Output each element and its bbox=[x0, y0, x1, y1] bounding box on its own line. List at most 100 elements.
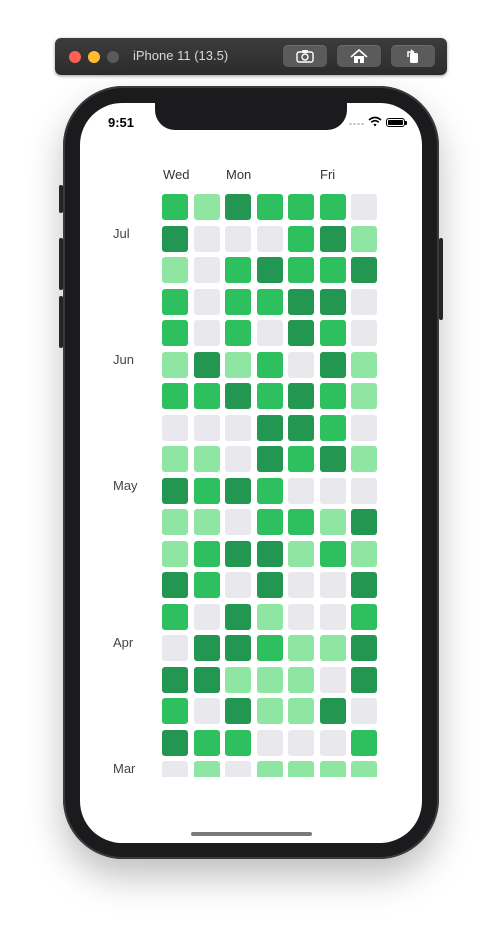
heatmap-cell[interactable] bbox=[225, 225, 251, 252]
heatmap-cell[interactable] bbox=[319, 572, 346, 598]
heatmap-cell[interactable] bbox=[288, 540, 314, 567]
heatmap-cell[interactable] bbox=[319, 666, 346, 693]
heatmap-cell[interactable] bbox=[162, 194, 188, 220]
heatmap-cell[interactable] bbox=[319, 477, 346, 504]
heatmap-cell[interactable] bbox=[351, 729, 377, 756]
heatmap-cell[interactable] bbox=[351, 761, 377, 777]
heatmap-cell[interactable] bbox=[256, 288, 283, 315]
heatmap-cell[interactable] bbox=[351, 603, 377, 630]
heatmap-cell[interactable] bbox=[288, 194, 314, 220]
heatmap-cell[interactable] bbox=[225, 666, 251, 693]
heatmap-cell[interactable] bbox=[319, 729, 346, 756]
heatmap-cell[interactable] bbox=[162, 225, 188, 252]
heatmap-cell[interactable] bbox=[193, 383, 220, 409]
heatmap-cell[interactable] bbox=[225, 288, 251, 315]
heatmap-cell[interactable] bbox=[319, 257, 346, 283]
heatmap-cell[interactable] bbox=[162, 288, 188, 315]
heatmap-cell[interactable] bbox=[288, 383, 314, 409]
heatmap-cell[interactable] bbox=[319, 761, 346, 777]
heatmap-cell[interactable] bbox=[193, 351, 220, 378]
heatmap-cell[interactable] bbox=[256, 320, 283, 346]
heatmap-cell[interactable] bbox=[193, 572, 220, 598]
heatmap-cell[interactable] bbox=[256, 225, 283, 252]
heatmap-cell[interactable] bbox=[193, 540, 220, 567]
heatmap-cell[interactable] bbox=[256, 666, 283, 693]
heatmap-cell[interactable] bbox=[351, 225, 377, 252]
heatmap-cell[interactable] bbox=[351, 351, 377, 378]
heatmap-cell[interactable] bbox=[351, 572, 377, 598]
heatmap-cell[interactable] bbox=[351, 509, 377, 535]
heatmap-cell[interactable] bbox=[256, 540, 283, 567]
heatmap-cell[interactable] bbox=[351, 666, 377, 693]
heatmap-cell[interactable] bbox=[288, 477, 314, 504]
heatmap-cell[interactable] bbox=[319, 414, 346, 441]
heatmap-cell[interactable] bbox=[256, 383, 283, 409]
heatmap-cell[interactable] bbox=[288, 320, 314, 346]
zoom-window-button[interactable] bbox=[107, 51, 119, 63]
heatmap-cell[interactable] bbox=[193, 666, 220, 693]
heatmap-cell[interactable] bbox=[256, 603, 283, 630]
heatmap-cell[interactable] bbox=[256, 414, 283, 441]
heatmap-cell[interactable] bbox=[193, 320, 220, 346]
heatmap-cell[interactable] bbox=[351, 698, 377, 724]
heatmap-cell[interactable] bbox=[225, 320, 251, 346]
heatmap-cell[interactable] bbox=[351, 446, 377, 472]
heatmap-cell[interactable] bbox=[351, 383, 377, 409]
home-button[interactable] bbox=[337, 45, 381, 67]
heatmap-cell[interactable] bbox=[193, 698, 220, 724]
heatmap-cell[interactable] bbox=[351, 320, 377, 346]
heatmap-cell[interactable] bbox=[288, 603, 314, 630]
heatmap-cell[interactable] bbox=[193, 257, 220, 283]
heatmap-cell[interactable] bbox=[225, 635, 251, 661]
heatmap-cell[interactable] bbox=[162, 603, 188, 630]
heatmap-cell[interactable] bbox=[319, 509, 346, 535]
heatmap-cell[interactable] bbox=[256, 351, 283, 378]
heatmap-cell[interactable] bbox=[319, 225, 346, 252]
screenshot-button[interactable] bbox=[283, 45, 327, 67]
heatmap-cell[interactable] bbox=[288, 414, 314, 441]
heatmap-cell[interactable] bbox=[288, 225, 314, 252]
heatmap-cell[interactable] bbox=[193, 477, 220, 504]
heatmap-cell[interactable] bbox=[225, 257, 251, 283]
heatmap-cell[interactable] bbox=[225, 383, 251, 409]
heatmap-cell[interactable] bbox=[225, 729, 251, 756]
heatmap-cell[interactable] bbox=[256, 761, 283, 777]
heatmap-cell[interactable] bbox=[162, 698, 188, 724]
heatmap-cell[interactable] bbox=[162, 320, 188, 346]
heatmap-cell[interactable] bbox=[319, 320, 346, 346]
heatmap-cell[interactable] bbox=[351, 414, 377, 441]
heatmap-cell[interactable] bbox=[256, 446, 283, 472]
heatmap-cell[interactable] bbox=[162, 446, 188, 472]
heatmap-cell[interactable] bbox=[319, 194, 346, 220]
close-window-button[interactable] bbox=[69, 51, 81, 63]
heatmap-cell[interactable] bbox=[162, 351, 188, 378]
heatmap-cell[interactable] bbox=[319, 603, 346, 630]
heatmap-cell[interactable] bbox=[225, 446, 251, 472]
heatmap-cell[interactable] bbox=[225, 698, 251, 724]
heatmap-cell[interactable] bbox=[351, 288, 377, 315]
heatmap-cell[interactable] bbox=[288, 572, 314, 598]
heatmap-cell[interactable] bbox=[193, 729, 220, 756]
heatmap-cell[interactable] bbox=[162, 572, 188, 598]
heatmap-cell[interactable] bbox=[319, 351, 346, 378]
heatmap-cell[interactable] bbox=[351, 635, 377, 661]
heatmap-cell[interactable] bbox=[162, 635, 188, 661]
heatmap-cell[interactable] bbox=[225, 572, 251, 598]
heatmap-cell[interactable] bbox=[288, 761, 314, 777]
heatmap-cell[interactable] bbox=[256, 477, 283, 504]
minimize-window-button[interactable] bbox=[88, 51, 100, 63]
heatmap-cell[interactable] bbox=[319, 383, 346, 409]
heatmap-cell[interactable] bbox=[225, 603, 251, 630]
heatmap-cell[interactable] bbox=[288, 698, 314, 724]
heatmap-cell[interactable] bbox=[193, 288, 220, 315]
heatmap-cell[interactable] bbox=[288, 666, 314, 693]
heatmap-cell[interactable] bbox=[225, 414, 251, 441]
heatmap-cell[interactable] bbox=[162, 666, 188, 693]
heatmap-cell[interactable] bbox=[256, 572, 283, 598]
heatmap-cell[interactable] bbox=[162, 383, 188, 409]
heatmap-cell[interactable] bbox=[162, 729, 188, 756]
heatmap-cell[interactable] bbox=[162, 509, 188, 535]
heatmap-cell[interactable] bbox=[193, 761, 220, 777]
heatmap-cell[interactable] bbox=[319, 540, 346, 567]
heatmap-cell[interactable] bbox=[162, 257, 188, 283]
